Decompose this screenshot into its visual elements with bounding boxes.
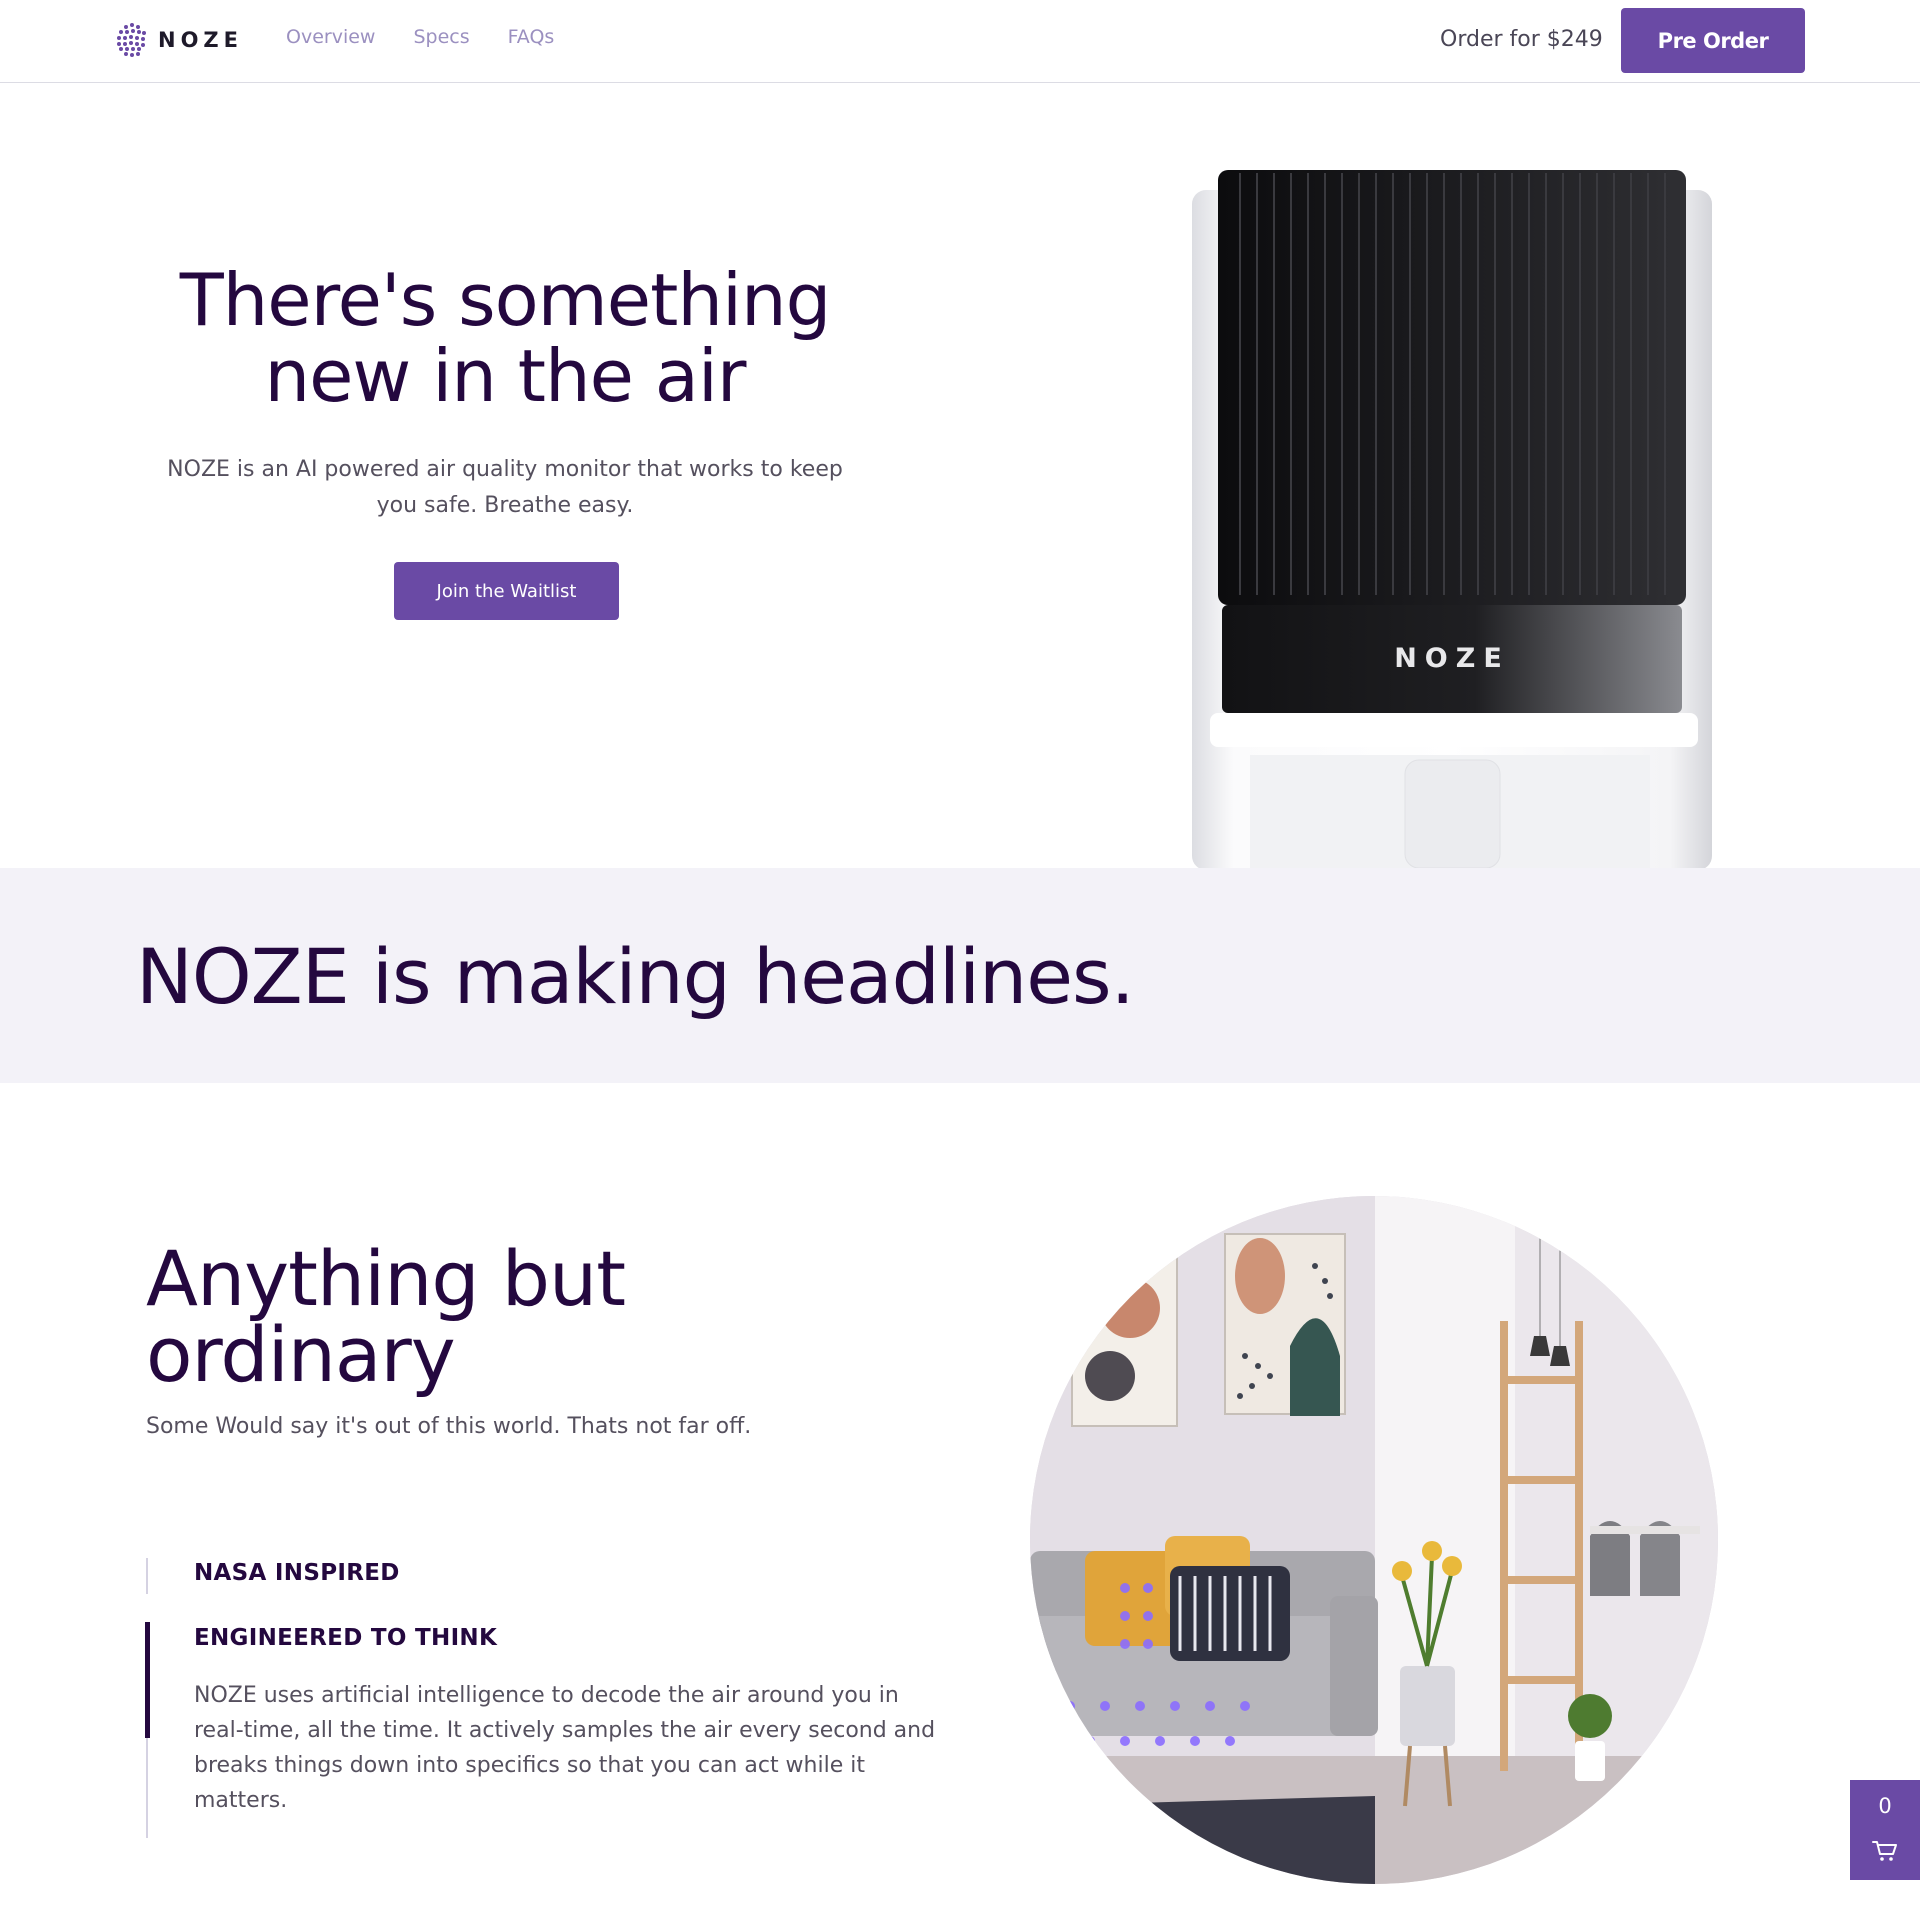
tab-description: NOZE uses artificial intelligence to dec…	[194, 1683, 936, 1813]
product-image: NOZE	[1190, 165, 1715, 870]
features-title: Anything but ordinary	[146, 1234, 626, 1399]
pre-order-button[interactable]: Pre Order	[1621, 8, 1805, 73]
brand-name: NOZE	[158, 28, 243, 52]
cart-count: 0	[1878, 1794, 1892, 1818]
cart-icon	[1872, 1841, 1897, 1861]
tab-indicator-active	[145, 1622, 150, 1738]
tab-indicator-nasa	[146, 1558, 148, 1594]
features-subtitle: Some Would say it's out of this world. T…	[146, 1414, 752, 1439]
cart-widget[interactable]: 0	[1850, 1780, 1920, 1880]
nav-link-overview[interactable]: Overview	[286, 26, 375, 48]
brand-logo[interactable]: NOZE	[114, 22, 243, 58]
join-waitlist-button[interactable]: Join the Waitlist	[394, 562, 619, 620]
headlines-title: NOZE is making headlines.	[136, 932, 1135, 1021]
tab-engineered-to-think[interactable]: ENGINEERED TO THINK	[194, 1625, 497, 1651]
room-image	[1030, 1196, 1718, 1884]
hero-subtitle: NOZE is an AI powered air quality monito…	[167, 457, 843, 518]
hero-title: There's something new in the air	[179, 258, 832, 418]
nav-link-specs[interactable]: Specs	[413, 26, 469, 48]
noze-logo-icon	[117, 23, 146, 57]
top-nav: NOZE Overview Specs FAQs Order for $249 …	[0, 0, 1920, 83]
nav-links: Overview Specs FAQs	[286, 26, 554, 48]
tab-nasa-inspired[interactable]: NASA INSPIRED	[194, 1560, 400, 1586]
device-brand-text: NOZE	[1394, 643, 1510, 674]
nav-link-faqs[interactable]: FAQs	[508, 26, 555, 48]
tab-indicator-track	[146, 1738, 148, 1838]
order-price-text: Order for $249	[1440, 27, 1603, 52]
